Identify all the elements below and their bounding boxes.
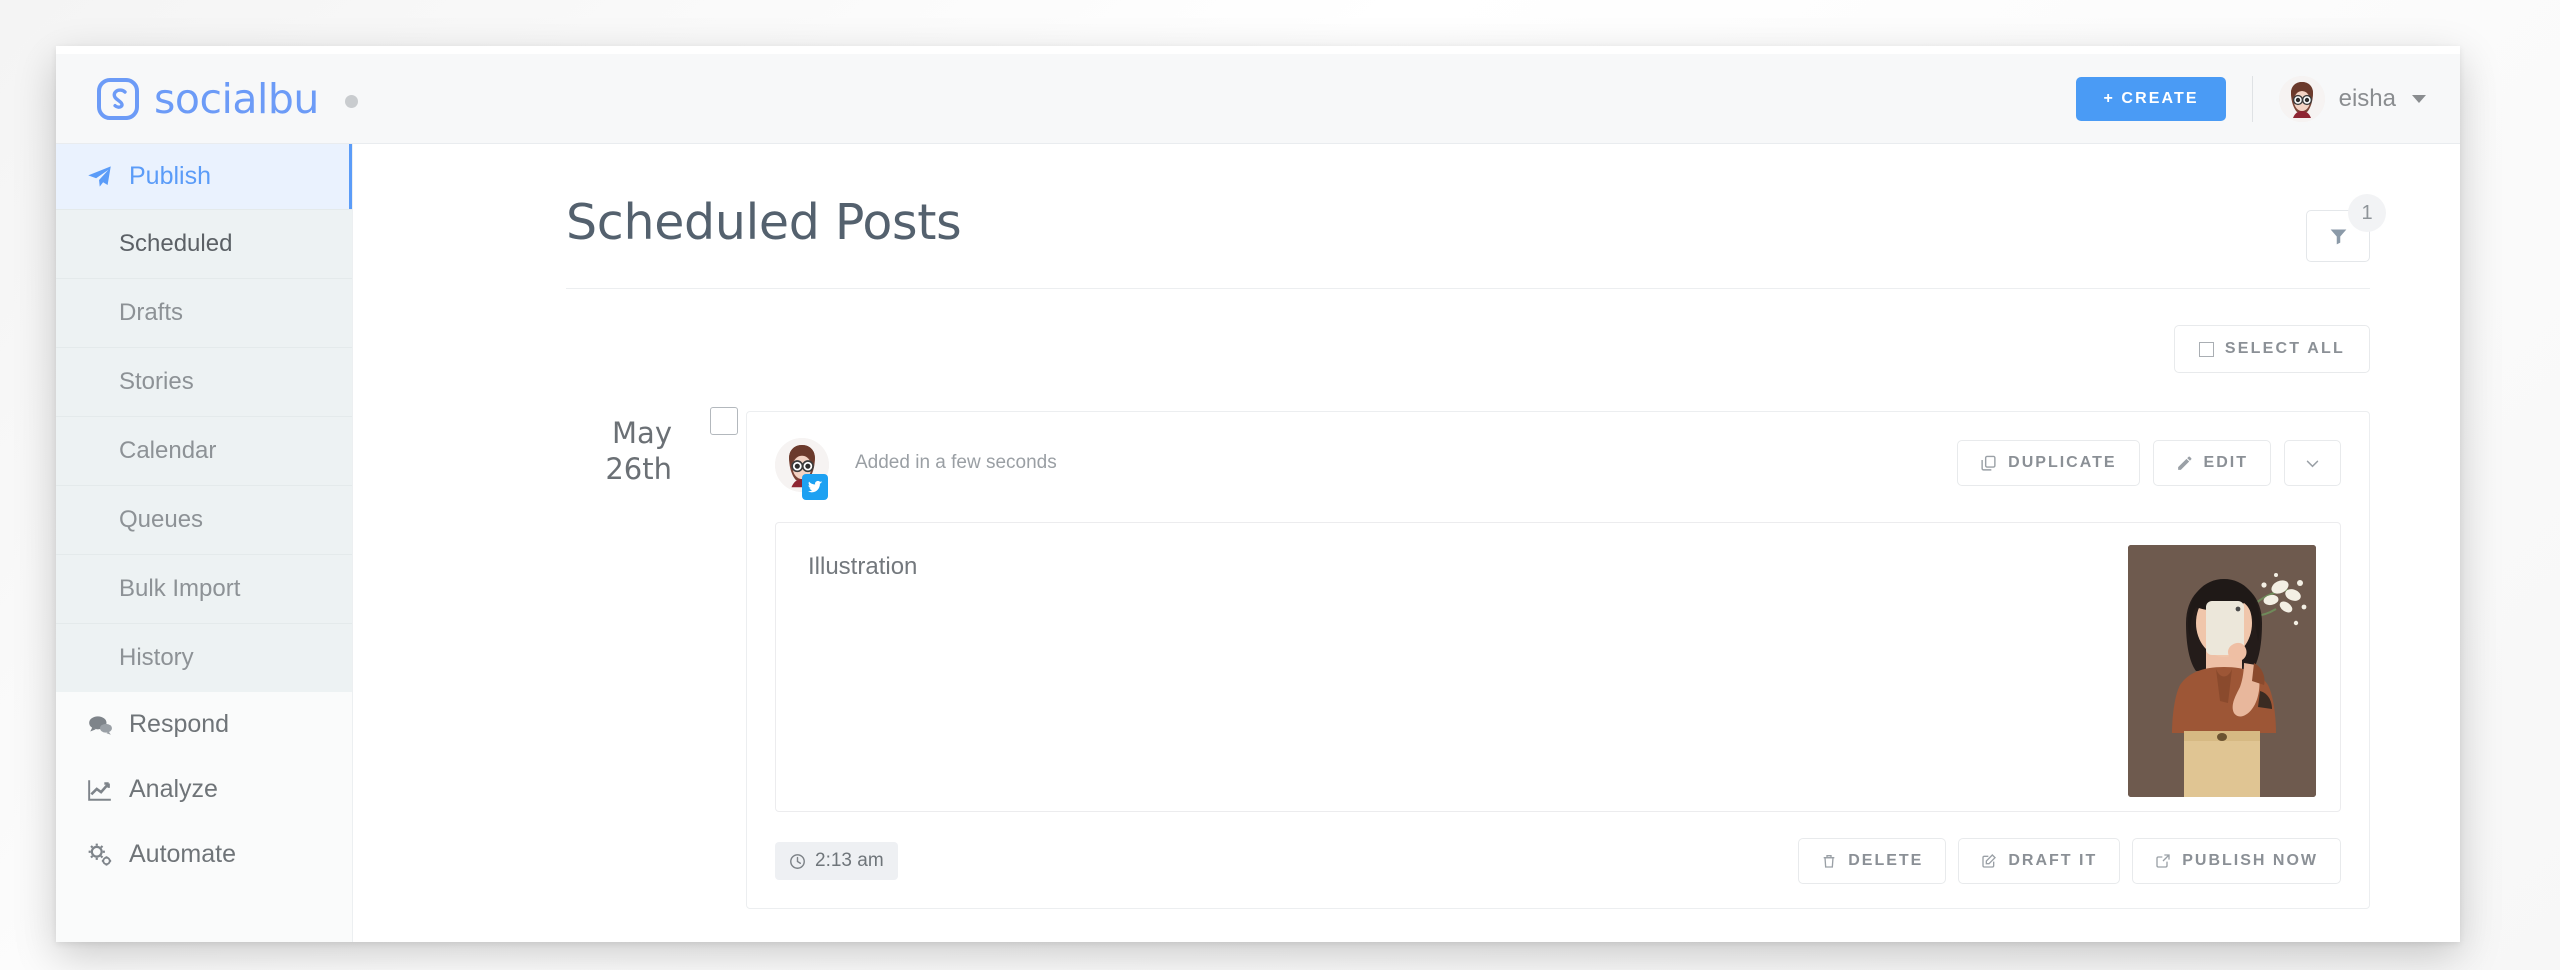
duplicate-button[interactable]: DUPLICATE [1957,440,2140,486]
publish-now-label: PUBLISH NOW [2182,852,2318,869]
sidebar-item-label: Automate [129,840,237,868]
sidebar-subitem-label: Calendar [119,437,217,464]
socialbu-s-icon [96,77,140,121]
user-name: eisha [2338,84,2396,112]
publish-now-button[interactable]: PUBLISH NOW [2132,838,2341,884]
brand-wordmark: socialbu [154,74,319,123]
sidebar-subitem-label: History [119,644,194,671]
page-title: Scheduled Posts [566,194,962,251]
delete-button[interactable]: DELETE [1798,838,1947,884]
chart-line-icon [86,776,113,803]
post-more-button[interactable] [2284,440,2341,486]
select-all-row: SELECT ALL [566,325,2370,373]
app-window: socialbu + CREATE eisha Publish Schedule… [56,46,2460,942]
twitter-icon [802,474,828,500]
user-menu[interactable]: eisha [2278,75,2426,122]
sidebar: Publish Scheduled Drafts Stories Calenda… [56,144,353,942]
post-card-footer: 2:13 am DELETE DRAFT IT PUBLISH NOW [775,838,2341,884]
edit-button[interactable]: EDIT [2152,440,2271,486]
chat-bubbles-icon [86,711,113,738]
app-body: Publish Scheduled Drafts Stories Calenda… [56,144,2460,942]
sidebar-item-analyze[interactable]: Analyze [56,757,352,822]
post-time: 2:13 am [775,842,898,880]
sidebar-subitem-label: Bulk Import [119,575,241,602]
header-right: + CREATE eisha [2076,75,2426,122]
create-button[interactable]: + CREATE [2076,76,2226,121]
main-content: Scheduled Posts 1 SELECT ALL May 26th Ad… [353,144,2460,942]
date-day: 26th [605,452,672,487]
post-card: Added in a few seconds DUPLICATE EDIT Il… [746,411,2370,909]
window-top-strip [56,46,2460,54]
paper-plane-icon [86,163,113,190]
sidebar-item-queues[interactable]: Queues [56,486,352,555]
sidebar-subitem-label: Drafts [119,299,184,326]
sidebar-subitem-label: Scheduled [119,230,233,257]
clock-icon [789,853,806,870]
edit-label: EDIT [2203,454,2248,471]
idle-dot [344,95,358,108]
post-footer-actions: DELETE DRAFT IT PUBLISH NOW [1798,838,2341,884]
sidebar-item-label: Analyze [129,775,218,803]
sidebar-item-bulk-import[interactable]: Bulk Import [56,555,352,624]
trash-icon [1821,853,1837,869]
sidebar-subitem-label: Queues [119,506,204,533]
sidebar-item-automate[interactable]: Automate [56,822,352,887]
app-header: socialbu + CREATE eisha [56,54,2460,144]
select-all-button[interactable]: SELECT ALL [2173,325,2370,373]
copy-icon [1980,455,1997,472]
chevron-down-icon [2412,94,2426,103]
post-header-actions: DUPLICATE EDIT [1957,440,2341,486]
draft-it-button[interactable]: DRAFT IT [1958,838,2121,884]
post-text: Illustration [808,553,918,580]
post-time-label: 2:13 am [815,850,884,871]
post-group-checkbox[interactable] [710,407,738,435]
duplicate-label: DUPLICATE [2008,454,2117,471]
header-divider [2251,75,2253,122]
brand-logo[interactable]: socialbu [96,75,358,123]
select-all-label: SELECT ALL [2224,340,2345,357]
sidebar-item-respond[interactable]: Respond [56,692,352,757]
sidebar-item-scheduled[interactable]: Scheduled [56,209,352,279]
sidebar-item-drafts[interactable]: Drafts [56,279,352,348]
post-added-text: Added in a few seconds [855,452,1057,473]
sidebar-item-publish[interactable]: Publish [56,144,352,209]
sidebar-subnav: Scheduled Drafts Stories Calendar Queues… [56,209,352,692]
external-link-icon [2155,853,2171,869]
user-avatar [2278,75,2325,122]
funnel-icon [2328,226,2349,247]
post-content: Illustration [775,522,2341,812]
checkbox-icon [2198,341,2214,357]
account-avatar-wrap [775,438,829,500]
delete-label: DELETE [1848,852,1924,869]
image-thumbnail[interactable] [2128,545,2316,797]
sidebar-subitem-label: Stories [119,368,194,395]
sidebar-item-calendar[interactable]: Calendar [56,417,352,486]
page-header-tools: 1 [2306,194,2386,262]
gears-icon [86,841,113,868]
page-header: Scheduled Posts 1 [566,194,2386,289]
post-group: May 26th Added in a few seconds DUPLICAT… [566,407,2370,909]
post-card-header: Added in a few seconds DUPLICATE EDIT [775,438,2341,500]
sidebar-item-history[interactable]: History [56,624,352,692]
post-group-body: Added in a few seconds DUPLICATE EDIT Il… [710,407,2370,909]
post-group-date: May 26th [566,411,672,909]
chevron-down-icon [2304,455,2321,472]
sidebar-item-label: Publish [129,162,211,190]
draft-it-label: DRAFT IT [2008,852,2098,869]
pencil-icon [2176,455,2193,472]
edit-square-icon [1981,853,1997,869]
sidebar-item-stories[interactable]: Stories [56,348,352,417]
sidebar-item-label: Respond [129,710,230,738]
date-month: May [612,416,672,450]
filter-count-badge: 1 [2348,194,2386,232]
